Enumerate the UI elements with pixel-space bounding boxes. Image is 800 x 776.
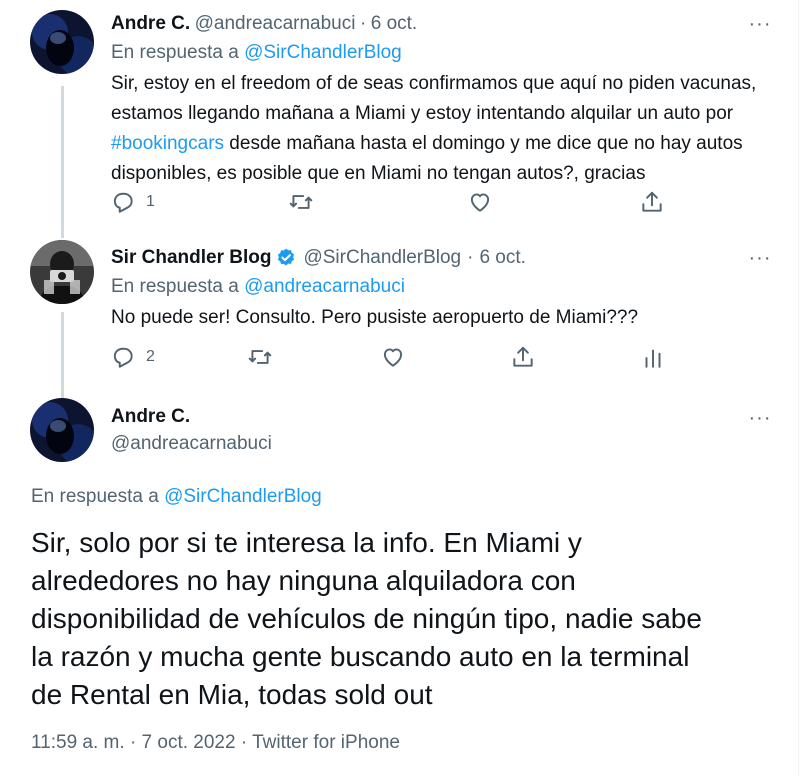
retweet-button[interactable] [288,189,324,215]
share-button[interactable] [639,189,665,215]
reply-count: 1 [146,193,155,210]
tweet-text: Sir, estoy en el freedom of de seas conf… [111,69,771,189]
reply-count: 2 [146,348,155,365]
avatar-photo [30,10,94,74]
retweet-button[interactable] [247,344,283,370]
analytics-button[interactable] [640,344,666,370]
tweet-header: Sir Chandler Blog @SirChandlerBlog · 6 o… [111,247,526,269]
display-name[interactable]: Sir Chandler Blog [111,247,271,269]
reply-context: En respuesta a @andreacarnabuci [111,276,405,298]
retweet-icon [289,195,313,209]
like-icon [383,348,403,367]
display-name[interactable]: Andre C. [111,406,190,428]
share-icon [642,191,662,212]
tweet-text: No puede ser! Consulto. Pero pusiste aer… [111,307,639,328]
reply-to-link[interactable]: @SirChandlerBlog [164,486,322,507]
retweet-icon [248,350,272,364]
tweet-time[interactable]: 11:59 a. m. [31,732,125,753]
more-options-button[interactable]: ··· [745,14,775,38]
more-options-button[interactable]: ··· [745,408,775,432]
tweet-header: Andre C. @andreacarnabuci · 6 oct. [111,13,417,35]
reply-prefix: En respuesta a [31,486,159,507]
reply-context: En respuesta a @SirChandlerBlog [111,42,402,64]
share-icon [513,346,533,367]
more-options-button[interactable]: ··· [745,248,775,272]
hashtag-link[interactable]: #bookingcars [111,133,224,154]
tweet-full-date[interactable]: 7 oct. 2022 [142,732,236,753]
avatar[interactable] [30,240,94,304]
tweet-meta: 11:59 a. m. · 7 oct. 2022 · Twitter for … [31,732,400,754]
tweet-text: Sir, solo por si te interesa la info. En… [31,524,702,714]
reply-prefix: En respuesta a [111,276,239,297]
analytics-icon [645,349,661,368]
share-button[interactable] [510,344,536,370]
verified-badge-icon [278,248,295,266]
display-name[interactable]: Andre C. [111,13,190,34]
avatar[interactable] [30,10,94,74]
reply-button[interactable]: 1 [110,189,155,215]
tweet-source[interactable]: Twitter for iPhone [252,732,400,753]
reply-icon [113,347,133,368]
tweet-text-part: Sir, estoy en el freedom of de seas conf… [111,73,757,124]
separator: · [359,13,367,34]
tweet-text-line: la razón y mucha gente buscando auto en … [31,641,690,672]
separator: · [240,732,248,753]
separator: · [129,732,137,753]
tweet-date[interactable]: 6 oct. [371,13,417,34]
thread-connector [61,86,64,238]
reply-to-link[interactable]: @andreacarnabuci [244,276,405,297]
reply-prefix: En respuesta a [111,42,239,63]
like-button[interactable] [467,189,503,215]
thread-connector [61,312,64,400]
tweet-date[interactable]: 6 oct. [479,247,525,269]
avatar-photo [30,240,94,304]
tweet-text-line: alrededores no hay ninguna alquiladora c… [31,565,576,596]
user-handle[interactable]: @SirChandlerBlog [303,247,461,269]
tweet-text-line: Sir, solo por si te interesa la info. En… [31,527,582,558]
user-handle[interactable]: @andreacarnabuci [195,13,356,34]
reply-icon [113,192,133,213]
avatar-photo [30,398,94,462]
tweet-text-line: de Rental en Mia, todas sold out [31,679,433,710]
user-handle[interactable]: @andreacarnabuci [111,433,272,455]
separator: · [467,247,474,268]
reply-context: En respuesta a @SirChandlerBlog [31,486,322,508]
like-button[interactable] [380,344,416,370]
reply-to-link[interactable]: @SirChandlerBlog [244,42,402,63]
like-icon [470,193,490,212]
tweet-text-line: disponibilidad de vehículos de ningún ti… [31,603,702,634]
reply-button[interactable]: 2 [110,344,155,370]
avatar[interactable] [30,398,94,462]
